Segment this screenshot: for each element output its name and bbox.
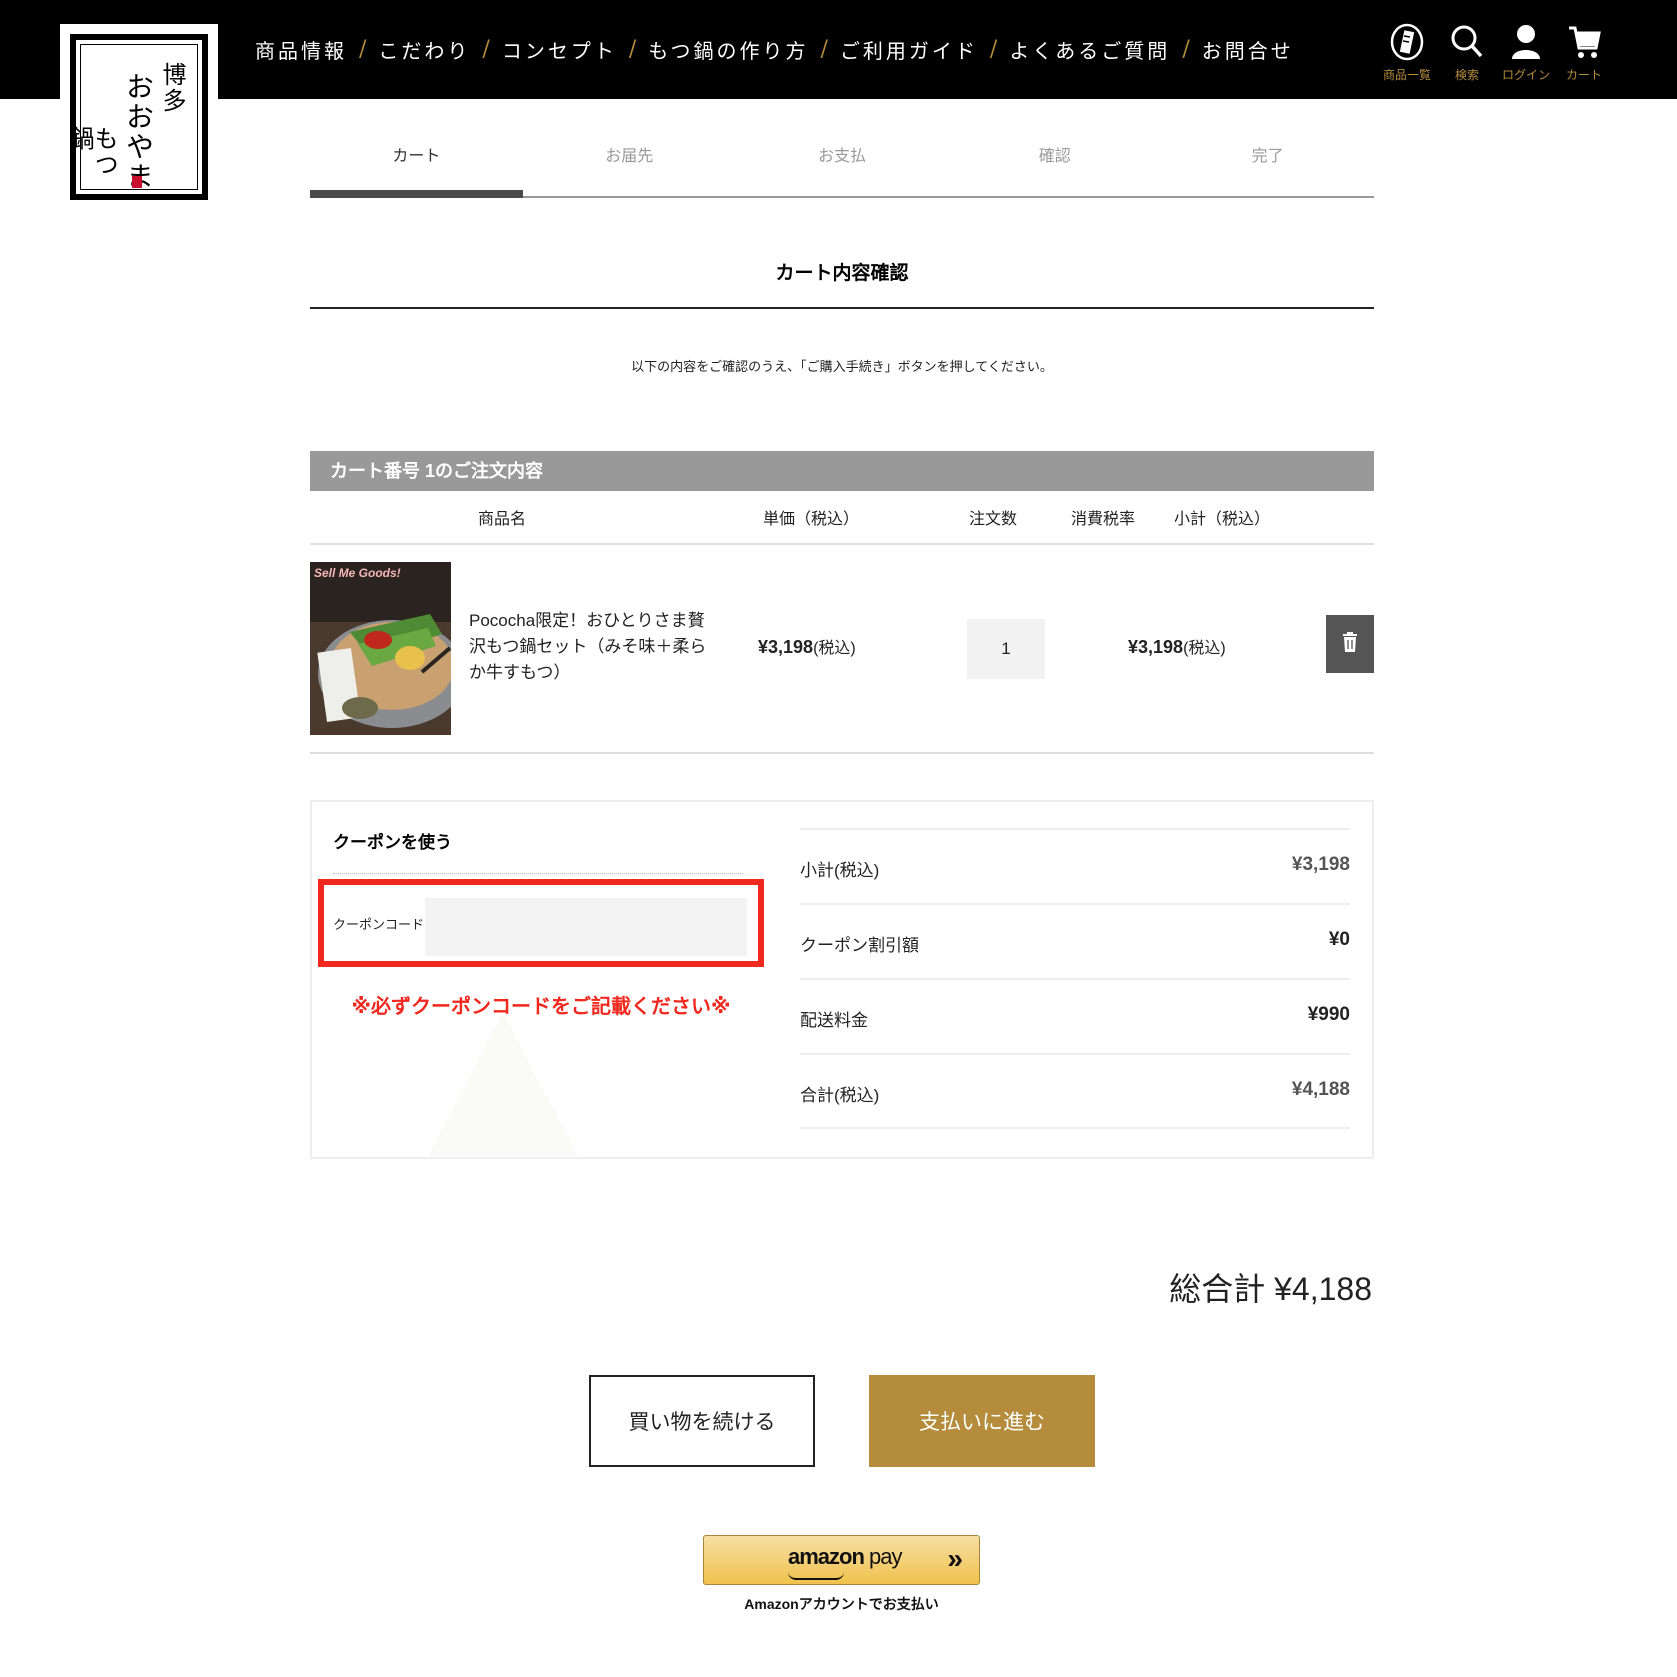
step-delivery: お届先: [605, 148, 654, 165]
column-quantity: 注文数: [969, 511, 1018, 528]
chevron-right-icon: »: [947, 1543, 962, 1574]
search-icon: [1441, 20, 1493, 64]
watermark-shape: [428, 1012, 578, 1156]
page-title: カート内容確認: [775, 263, 909, 284]
logo-text-motsunabe: もつ鍋: [66, 126, 118, 178]
cart-link[interactable]: カート: [1558, 20, 1610, 83]
nav-guide[interactable]: ご利用ガイド: [840, 35, 978, 64]
amazon-pay-wordmark: pay: [869, 1544, 902, 1569]
product-list-icon: [1381, 20, 1433, 64]
title-divider: [310, 307, 1374, 309]
unit-price-tax-label: (税込): [813, 640, 856, 657]
summary-value: ¥990: [1307, 1004, 1350, 1025]
summary-value: ¥0: [1328, 929, 1350, 950]
nav-separator: /: [482, 37, 490, 62]
checkout-steps: カート お届先 お支払 確認 完了: [310, 130, 1374, 198]
summary-label: 小計(税込): [800, 861, 880, 880]
nav-separator: /: [628, 37, 637, 62]
item-subtotal-tax-label: (税込): [1183, 640, 1226, 657]
product-list-link[interactable]: 商品一覧: [1381, 20, 1433, 83]
coupon-code-input[interactable]: [425, 898, 747, 956]
summary-value: ¥4,188: [1291, 1079, 1350, 1100]
login-label: ログイン: [1501, 68, 1550, 82]
step-payment: お支払: [817, 148, 866, 165]
logo-text-ooyama: おおやま: [122, 72, 155, 192]
unit-price: ¥3,198(税込): [758, 634, 856, 658]
summary-label: 合計(税込): [800, 1086, 880, 1105]
step-cart: カート: [310, 130, 523, 198]
search-label: 検索: [1454, 68, 1479, 82]
summary-row-coupon-discount: クーポン割引額 ¥0: [800, 903, 1350, 980]
logo-seal: [132, 176, 142, 188]
logo-text-hakata: 博多: [158, 62, 186, 114]
product-image[interactable]: Sell Me Goods!: [310, 562, 451, 735]
unit-price-value: ¥3,198: [758, 637, 814, 657]
product-image-caption: Sell Me Goods!: [314, 566, 401, 580]
nav-concept[interactable]: コンセプト: [502, 35, 617, 64]
column-product-name: 商品名: [478, 511, 527, 528]
amazon-wordmark: amazon: [788, 1544, 865, 1569]
logo-frame: 博多 おおやま もつ鍋: [66, 34, 208, 200]
nav-howto[interactable]: もつ鍋の作り方: [648, 35, 808, 64]
column-subtotal: 小計（税込）: [1174, 511, 1271, 528]
summary-label: クーポン割引額: [800, 936, 919, 955]
nav-separator: /: [359, 37, 367, 62]
nav-contact[interactable]: お問合せ: [1202, 35, 1294, 64]
nav-products[interactable]: 商品情報: [255, 35, 347, 64]
nav-faq[interactable]: よくあるご質問: [1009, 35, 1170, 64]
login-link[interactable]: ログイン: [1500, 20, 1552, 83]
proceed-payment-button[interactable]: 支払いに進む: [869, 1375, 1095, 1467]
coupon-code-label: クーポンコード: [333, 917, 425, 932]
amazon-pay-button[interactable]: amazon pay »: [703, 1535, 980, 1585]
item-subtotal: ¥3,198(税込): [1128, 634, 1226, 658]
coupon-divider: [333, 873, 743, 874]
cart-icon: [1558, 20, 1610, 64]
summary-row-shipping: 配送料金 ¥990: [800, 978, 1350, 1055]
summary-bottom-divider: [800, 1127, 1350, 1129]
step-complete: 完了: [1251, 148, 1284, 165]
coupon-title: クーポンを使う: [333, 833, 452, 852]
item-subtotal-value: ¥3,198: [1128, 637, 1184, 657]
search-link[interactable]: 検索: [1441, 20, 1493, 83]
summary-label: 配送料金: [800, 1011, 868, 1030]
table-bottom-divider: [310, 752, 1374, 754]
nav-commitment[interactable]: こだわり: [378, 35, 470, 64]
site-logo[interactable]: 博多 おおやま もつ鍋: [60, 24, 218, 210]
table-divider: [310, 543, 1374, 545]
cart-label: カート: [1565, 68, 1602, 82]
amazon-pay-logo: amazon pay: [788, 1544, 903, 1570]
grand-total: 総合計 ¥4,188: [1169, 1264, 1372, 1310]
product-list-label: 商品一覧: [1382, 68, 1431, 82]
nav-separator: /: [820, 37, 828, 62]
site-header: 商品情報 / こだわり / コンセプト / もつ鍋の作り方 / ご利用ガイド /…: [0, 0, 1677, 99]
amazon-smile-icon: [788, 1572, 844, 1580]
product-name[interactable]: Pococha限定！おひとりさま贅沢もつ鍋セット（みそ味＋柔らか牛すもつ）: [469, 608, 721, 686]
grand-total-label: 総合計: [1169, 1271, 1266, 1307]
quantity-input[interactable]: [967, 619, 1045, 679]
nav-separator: /: [989, 37, 998, 62]
nav-separator: /: [1182, 37, 1190, 62]
user-icon: [1500, 20, 1552, 64]
main-nav: 商品情報 / こだわり / コンセプト / もつ鍋の作り方 / ご利用ガイド /…: [255, 0, 1294, 99]
coupon-note: ※必ずクーポンコードをご記載ください※: [351, 996, 731, 1018]
column-tax-rate: 消費税率: [1071, 511, 1136, 528]
summary-row-subtotal: 小計(税込) ¥3,198: [800, 828, 1350, 905]
trash-icon: [1342, 631, 1358, 657]
column-unit-price: 単価（税込）: [763, 511, 860, 528]
intro-text: 以下の内容をご確認のうえ、「ご購入手続き」ボタンを押してください。: [631, 359, 1053, 374]
continue-shopping-button[interactable]: 買い物を続ける: [589, 1375, 815, 1467]
amazon-pay-caption: Amazonアカウントでお支払い: [744, 1596, 939, 1612]
summary-value: ¥3,198: [1291, 854, 1350, 875]
summary-row-total: 合計(税込) ¥4,188: [800, 1053, 1350, 1130]
cart-heading: カート番号 1のご注文内容: [310, 451, 1374, 491]
grand-total-value: ¥4,188: [1274, 1271, 1372, 1307]
step-confirm: 確認: [1038, 148, 1071, 165]
delete-item-button[interactable]: [1326, 615, 1374, 673]
